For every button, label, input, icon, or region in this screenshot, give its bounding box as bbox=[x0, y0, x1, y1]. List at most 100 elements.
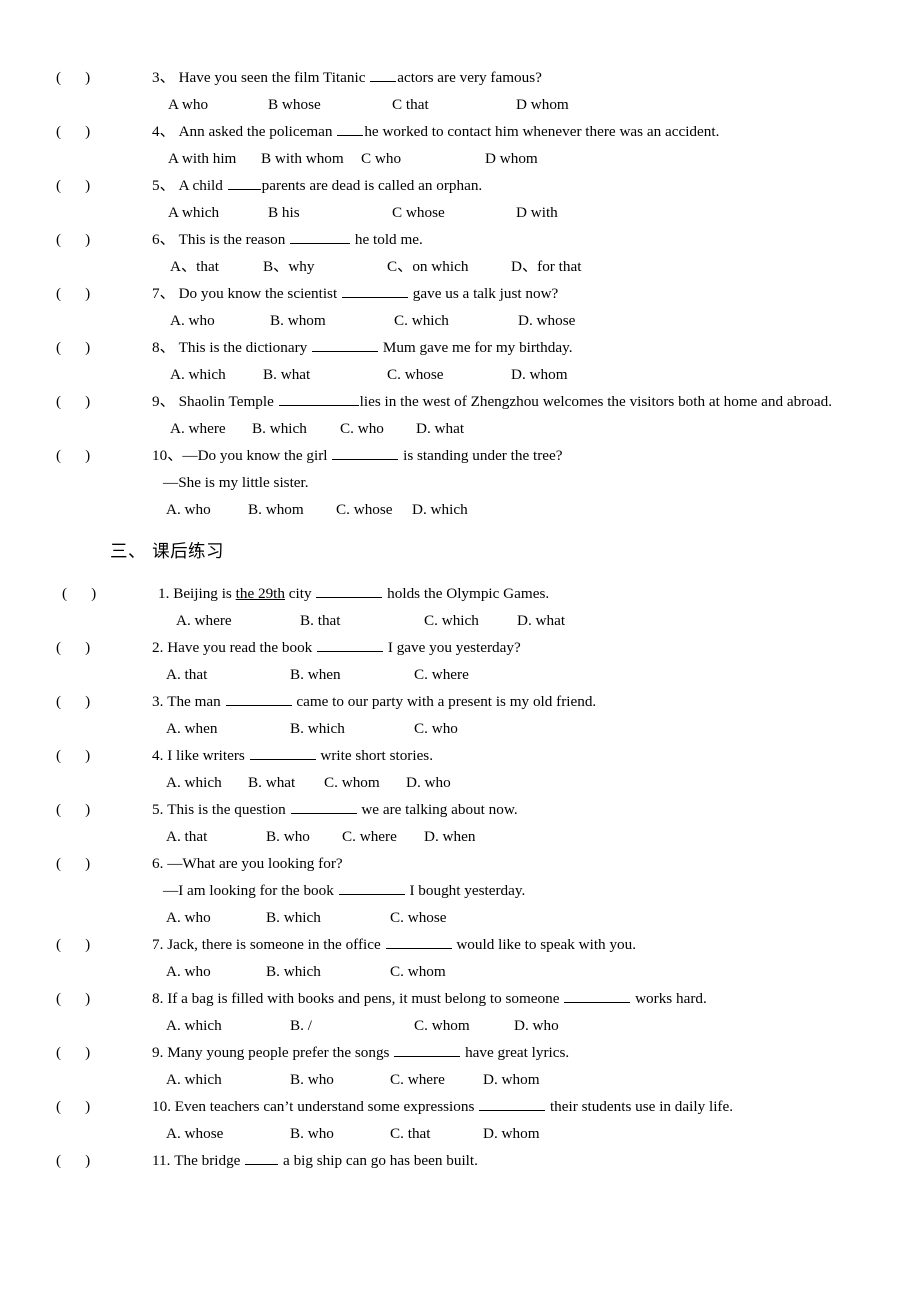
option-d[interactable]: D. whom bbox=[511, 361, 568, 388]
answer-bracket[interactable]: () bbox=[56, 1093, 152, 1120]
fill-in-blank[interactable] bbox=[370, 67, 397, 82]
option-a[interactable]: A. which bbox=[166, 1066, 290, 1093]
answer-bracket[interactable]: () bbox=[56, 634, 152, 661]
option-d[interactable]: D. whom bbox=[483, 1066, 540, 1093]
option-a[interactable]: A. who bbox=[166, 496, 248, 523]
option-d[interactable]: D. which bbox=[412, 496, 468, 523]
fill-in-blank[interactable] bbox=[394, 1042, 461, 1057]
option-c[interactable]: C、on which bbox=[387, 253, 511, 280]
option-d[interactable]: D、for that bbox=[511, 253, 581, 280]
option-b[interactable]: B. whom bbox=[270, 307, 394, 334]
fill-in-blank[interactable] bbox=[249, 745, 316, 760]
option-b[interactable]: B. what bbox=[248, 769, 324, 796]
option-a[interactable]: A. where bbox=[170, 415, 252, 442]
answer-bracket[interactable]: () bbox=[56, 688, 152, 715]
fill-in-blank[interactable] bbox=[337, 121, 364, 136]
option-a[interactable]: A with him bbox=[168, 145, 261, 172]
option-b[interactable]: B. which bbox=[266, 904, 390, 931]
option-c[interactable]: C who bbox=[361, 145, 485, 172]
fill-in-blank[interactable] bbox=[225, 691, 292, 706]
option-d[interactable]: D whom bbox=[516, 91, 569, 118]
option-a[interactable]: A which bbox=[168, 199, 268, 226]
option-b[interactable]: B. who bbox=[290, 1066, 390, 1093]
option-a[interactable]: A. who bbox=[170, 307, 270, 334]
option-a[interactable]: A. who bbox=[166, 958, 266, 985]
answer-bracket[interactable]: () bbox=[56, 985, 152, 1012]
option-c[interactable]: C. which bbox=[394, 307, 518, 334]
answer-bracket[interactable]: () bbox=[56, 226, 152, 253]
option-a[interactable]: A. which bbox=[166, 1012, 290, 1039]
option-b[interactable]: B his bbox=[268, 199, 392, 226]
option-c[interactable]: C. whose bbox=[390, 904, 447, 931]
option-c[interactable]: C. who bbox=[340, 415, 416, 442]
option-d[interactable]: D. whose bbox=[518, 307, 575, 334]
option-b[interactable]: B. that bbox=[300, 607, 424, 634]
option-b[interactable]: B. who bbox=[266, 823, 342, 850]
option-b[interactable]: B. whom bbox=[248, 496, 336, 523]
fill-in-blank[interactable] bbox=[227, 175, 261, 190]
option-c[interactable]: C. which bbox=[424, 607, 517, 634]
option-a[interactable]: A. where bbox=[176, 607, 300, 634]
option-d[interactable]: D. whom bbox=[483, 1120, 540, 1147]
option-a[interactable]: A. which bbox=[166, 769, 248, 796]
option-c[interactable]: C. whom bbox=[324, 769, 406, 796]
option-c[interactable]: C. whom bbox=[390, 958, 446, 985]
answer-bracket[interactable]: () bbox=[56, 1039, 152, 1066]
option-c[interactable]: C. who bbox=[414, 715, 458, 742]
fill-in-blank[interactable] bbox=[290, 229, 351, 244]
fill-in-blank[interactable] bbox=[317, 637, 384, 652]
option-c[interactable]: C. where bbox=[390, 1066, 483, 1093]
option-a[interactable]: A. who bbox=[166, 904, 266, 931]
option-c[interactable]: C that bbox=[392, 91, 516, 118]
fill-in-blank[interactable] bbox=[564, 988, 631, 1003]
option-d[interactable]: D. who bbox=[514, 1012, 559, 1039]
option-b[interactable]: B、why bbox=[263, 253, 387, 280]
option-b[interactable]: B. which bbox=[290, 715, 414, 742]
answer-bracket[interactable]: () bbox=[62, 580, 158, 607]
answer-bracket[interactable]: () bbox=[56, 1147, 152, 1174]
answer-bracket[interactable]: () bbox=[56, 118, 152, 145]
answer-bracket[interactable]: () bbox=[56, 64, 152, 91]
fill-in-blank[interactable] bbox=[479, 1096, 546, 1111]
option-c[interactable]: C. where bbox=[342, 823, 424, 850]
fill-in-blank[interactable] bbox=[332, 445, 399, 460]
fill-in-blank[interactable] bbox=[341, 283, 408, 298]
fill-in-blank[interactable] bbox=[385, 934, 452, 949]
option-b[interactable]: B. what bbox=[263, 361, 387, 388]
option-c[interactable]: C. whose bbox=[336, 496, 412, 523]
option-a[interactable]: A、that bbox=[170, 253, 263, 280]
option-d[interactable]: D. what bbox=[517, 607, 565, 634]
option-b[interactable]: B. who bbox=[290, 1120, 390, 1147]
answer-bracket[interactable]: () bbox=[56, 850, 152, 877]
option-c[interactable]: C. that bbox=[390, 1120, 483, 1147]
option-c[interactable]: C. whom bbox=[414, 1012, 514, 1039]
option-c[interactable]: C whose bbox=[392, 199, 516, 226]
fill-in-blank[interactable] bbox=[338, 880, 405, 895]
option-a[interactable]: A. which bbox=[170, 361, 263, 388]
answer-bracket[interactable]: () bbox=[56, 388, 152, 415]
answer-bracket[interactable]: () bbox=[56, 172, 152, 199]
option-a[interactable]: A. that bbox=[166, 661, 290, 688]
answer-bracket[interactable]: () bbox=[56, 796, 152, 823]
option-a[interactable]: A who bbox=[168, 91, 268, 118]
option-a[interactable]: A. whose bbox=[166, 1120, 290, 1147]
option-d[interactable]: D with bbox=[516, 199, 558, 226]
fill-in-blank[interactable] bbox=[316, 583, 383, 598]
answer-bracket[interactable]: () bbox=[56, 742, 152, 769]
option-d[interactable]: D. who bbox=[406, 769, 451, 796]
option-c[interactable]: C. whose bbox=[387, 361, 511, 388]
option-b[interactable]: B. which bbox=[252, 415, 340, 442]
option-c[interactable]: C. where bbox=[414, 661, 469, 688]
option-b[interactable]: B with whom bbox=[261, 145, 361, 172]
fill-in-blank[interactable] bbox=[312, 337, 379, 352]
option-b[interactable]: B. which bbox=[266, 958, 390, 985]
option-d[interactable]: D. when bbox=[424, 823, 475, 850]
option-d[interactable]: D. what bbox=[416, 415, 464, 442]
answer-bracket[interactable]: () bbox=[56, 931, 152, 958]
fill-in-blank[interactable] bbox=[278, 391, 359, 406]
answer-bracket[interactable]: () bbox=[56, 442, 152, 469]
option-b[interactable]: B whose bbox=[268, 91, 392, 118]
option-d[interactable]: D whom bbox=[485, 145, 538, 172]
option-b[interactable]: B. when bbox=[290, 661, 414, 688]
answer-bracket[interactable]: () bbox=[56, 334, 152, 361]
